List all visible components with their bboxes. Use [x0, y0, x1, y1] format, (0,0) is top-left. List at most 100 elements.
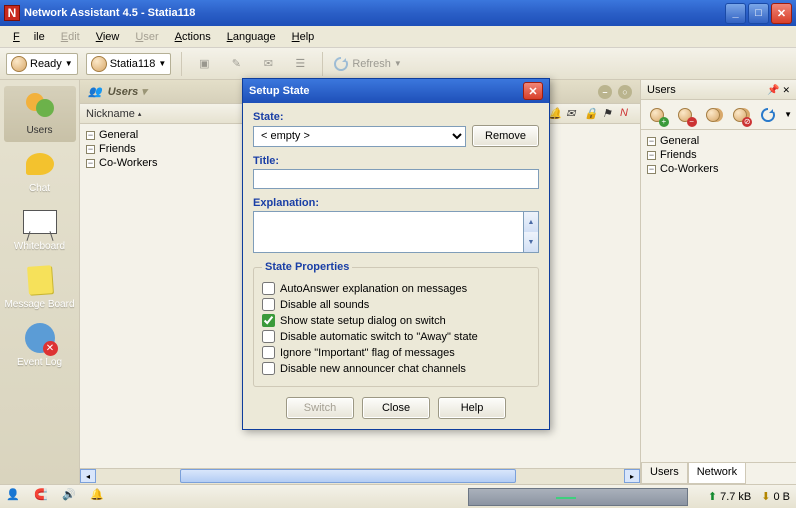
- scroll-up-icon[interactable]: ▲: [524, 212, 538, 232]
- tab-users[interactable]: Users: [641, 463, 688, 484]
- network-graph: [468, 488, 688, 506]
- chk-disable-away[interactable]: Disable automatic switch to "Away" state: [262, 330, 530, 343]
- nav-label: Whiteboard: [4, 241, 76, 252]
- toolbar-btn-4[interactable]: ☰: [288, 52, 312, 76]
- col-icon-5[interactable]: N: [620, 107, 634, 121]
- state-select[interactable]: < empty >: [253, 126, 466, 147]
- chevron-down-icon[interactable]: ▾: [141, 85, 147, 98]
- chat-icon: [20, 147, 60, 181]
- status-icon-2[interactable]: 🧲: [34, 488, 52, 506]
- title-input[interactable]: [253, 169, 539, 189]
- tree-group-label: Friends: [660, 149, 697, 161]
- right-panel-header: Users: [641, 80, 796, 100]
- window-controls: _ □ ✕: [725, 3, 792, 24]
- remove-user-button[interactable]: −: [673, 103, 697, 127]
- station-combo-label: Statia118: [110, 58, 156, 70]
- status-icon-3[interactable]: 🔊: [62, 488, 80, 506]
- nav-message-board[interactable]: Message Board: [4, 260, 76, 316]
- users-icon: 👥: [88, 85, 102, 98]
- nav-event-log[interactable]: Event Log: [4, 318, 76, 374]
- explanation-textarea[interactable]: [253, 211, 524, 253]
- group-block-button[interactable]: ⊘: [728, 103, 752, 127]
- status-icon-4[interactable]: 🔔: [90, 488, 108, 506]
- status-icon-1[interactable]: 👤: [6, 488, 24, 506]
- upload-stat: ⬆7.7 kB: [708, 490, 751, 503]
- scroll-thumb[interactable]: [180, 469, 516, 483]
- collapse-icon[interactable]: −: [647, 151, 656, 160]
- menu-actions[interactable]: Actions: [168, 29, 218, 45]
- window-close-button[interactable]: ✕: [771, 3, 792, 24]
- col-icon-1[interactable]: 🔔: [548, 107, 562, 121]
- nav-whiteboard[interactable]: Whiteboard: [4, 202, 76, 258]
- status-bar: 👤 🧲 🔊 🔔 ⬆7.7 kB ⬇0 B: [0, 484, 796, 508]
- collapse-icon[interactable]: −: [86, 159, 95, 168]
- chk-disable-sounds-box[interactable]: [262, 298, 275, 311]
- panel-minimize-icon[interactable]: –: [598, 85, 612, 99]
- panel-close-icon[interactable]: ○: [618, 85, 632, 99]
- collapse-icon[interactable]: −: [647, 165, 656, 174]
- remove-button[interactable]: Remove: [472, 125, 539, 147]
- toolbar-btn-2[interactable]: ✎: [224, 52, 248, 76]
- chevron-down-icon[interactable]: ▼: [784, 110, 792, 119]
- menu-help[interactable]: Help: [285, 29, 322, 45]
- scroll-right-icon[interactable]: ▸: [624, 469, 640, 483]
- chevron-down-icon: ▼: [394, 59, 402, 68]
- dialog-close-button[interactable]: ✕: [523, 82, 543, 100]
- menu-file[interactable]: File: [6, 29, 52, 45]
- tree-group[interactable]: −Co-Workers: [647, 162, 790, 176]
- app-icon: N: [4, 5, 20, 21]
- chk-ignore-important-box[interactable]: [262, 346, 275, 359]
- nav-users[interactable]: Users: [4, 86, 76, 142]
- nav-chat[interactable]: Chat: [4, 144, 76, 200]
- dialog-titlebar[interactable]: Setup State ✕: [243, 79, 549, 103]
- scroll-down-icon[interactable]: ▼: [524, 232, 538, 252]
- chk-autoanswer-box[interactable]: [262, 282, 275, 295]
- scroll-left-icon[interactable]: ◂: [80, 469, 96, 483]
- toolbar-btn-3[interactable]: ✉: [256, 52, 280, 76]
- chk-autoanswer[interactable]: AutoAnswer explanation on messages: [262, 282, 530, 295]
- collapse-icon[interactable]: −: [86, 131, 95, 140]
- toolbar-separator: [181, 52, 182, 76]
- center-panel-title: Users: [108, 86, 139, 98]
- right-refresh-button[interactable]: [756, 103, 780, 127]
- close-button[interactable]: Close: [362, 397, 430, 419]
- minimize-button[interactable]: _: [725, 3, 746, 24]
- tree-group[interactable]: −Friends: [647, 148, 790, 162]
- chk-disable-announcer-box[interactable]: [262, 362, 275, 375]
- menu-user: User: [128, 29, 165, 45]
- toolbar-separator: [322, 52, 323, 76]
- maximize-button[interactable]: □: [748, 3, 769, 24]
- chk-disable-sounds[interactable]: Disable all sounds: [262, 298, 530, 311]
- horizontal-scrollbar[interactable]: ◂ ▸: [80, 468, 640, 484]
- group-add-button[interactable]: [701, 103, 725, 127]
- chk-show-setup[interactable]: Show state setup dialog on switch: [262, 314, 530, 327]
- state-combo[interactable]: Ready ▼: [6, 53, 78, 75]
- title-label: Title:: [253, 155, 539, 167]
- users-icon: [20, 89, 60, 123]
- pin-icon[interactable]: [767, 84, 779, 96]
- refresh-button[interactable]: Refresh ▼: [333, 56, 401, 72]
- menu-language[interactable]: Language: [220, 29, 283, 45]
- chk-ignore-important[interactable]: Ignore "Important" flag of messages: [262, 346, 530, 359]
- nav-label: Users: [4, 125, 76, 136]
- window-title: Network Assistant 4.5 - Statia118: [24, 7, 195, 19]
- tree-group[interactable]: −General: [647, 134, 790, 148]
- chk-disable-announcer[interactable]: Disable new announcer chat channels: [262, 362, 530, 375]
- textarea-scroll[interactable]: ▲▼: [524, 211, 539, 253]
- state-combo-label: Ready: [30, 58, 62, 70]
- col-icon-3[interactable]: 🔒: [584, 107, 598, 121]
- chk-disable-away-box[interactable]: [262, 330, 275, 343]
- panel-close-icon[interactable]: [782, 84, 790, 96]
- chk-show-setup-box[interactable]: [262, 314, 275, 327]
- column-nickname[interactable]: Nickname: [86, 108, 135, 120]
- help-button[interactable]: Help: [438, 397, 506, 419]
- collapse-icon[interactable]: −: [647, 137, 656, 146]
- add-user-button[interactable]: +: [645, 103, 669, 127]
- collapse-icon[interactable]: −: [86, 145, 95, 154]
- toolbar-btn-1[interactable]: ▣: [192, 52, 216, 76]
- menu-view[interactable]: View: [89, 29, 127, 45]
- col-icon-4[interactable]: ⚑: [602, 107, 616, 121]
- station-combo[interactable]: Statia118 ▼: [86, 53, 172, 75]
- tab-network[interactable]: Network: [688, 463, 746, 484]
- col-icon-2[interactable]: ✉: [566, 107, 580, 121]
